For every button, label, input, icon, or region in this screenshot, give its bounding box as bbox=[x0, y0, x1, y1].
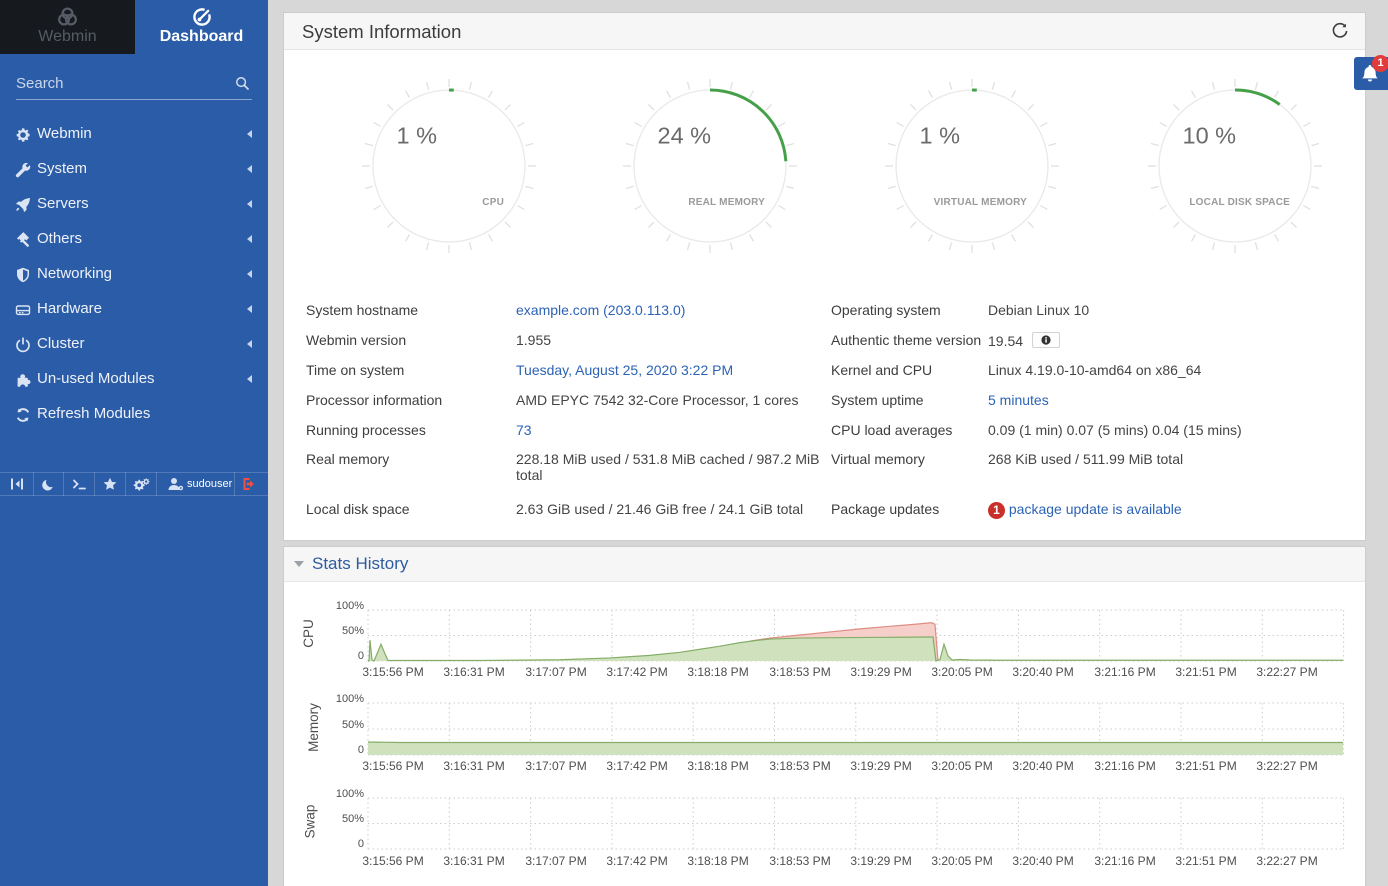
svg-text:1 %: 1 % bbox=[397, 123, 438, 149]
svg-text:REAL MEMORY: REAL MEMORY bbox=[688, 197, 765, 208]
svg-text:10 %: 10 % bbox=[1183, 123, 1237, 149]
svg-text:VIRTUAL MEMORY: VIRTUAL MEMORY bbox=[934, 197, 1027, 208]
svg-text:1 %: 1 % bbox=[920, 123, 961, 149]
svg-text:CPU: CPU bbox=[482, 197, 504, 208]
svg-text:LOCAL DISK SPACE: LOCAL DISK SPACE bbox=[1189, 197, 1290, 208]
svg-text:24 %: 24 % bbox=[658, 123, 712, 149]
